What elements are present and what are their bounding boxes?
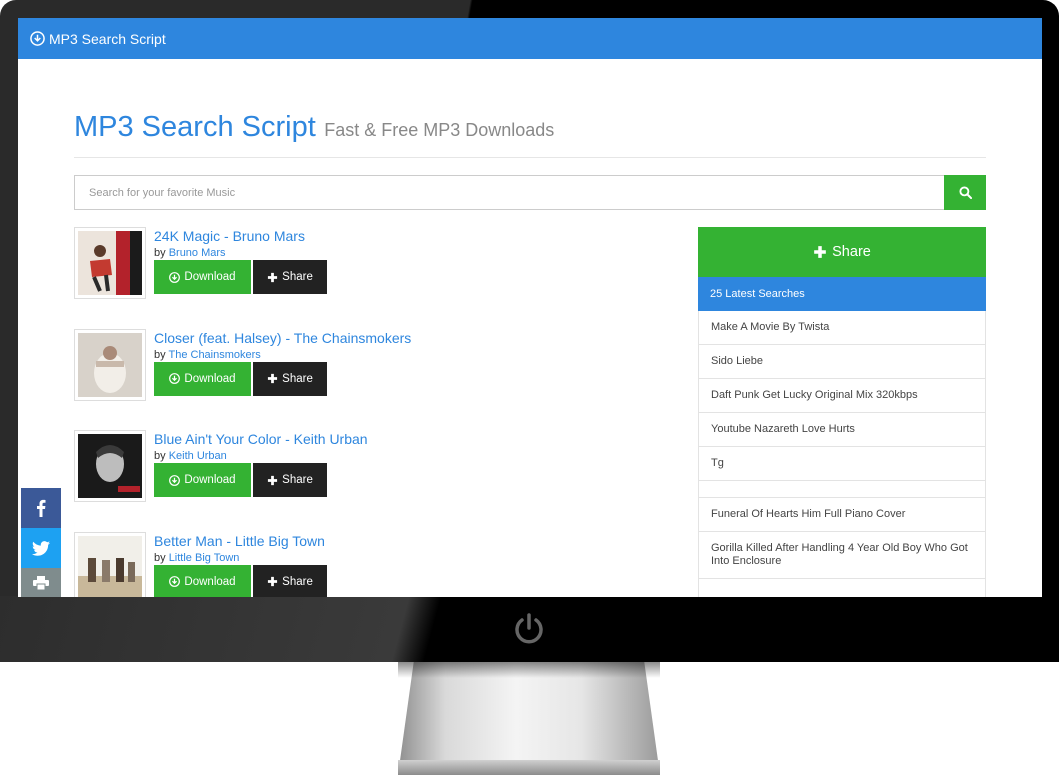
latest-search-item[interactable]: Youtube Nazareth Love Hurts bbox=[698, 413, 986, 447]
album-art[interactable] bbox=[74, 227, 146, 299]
song-title[interactable]: 24K Magic - Bruno Mars bbox=[154, 228, 329, 244]
download-label: Download bbox=[184, 372, 236, 385]
song-info: Better Man - Little Big Town by Little B… bbox=[154, 532, 329, 597]
album-cover-image bbox=[78, 434, 142, 498]
artist-link[interactable]: Little Big Town bbox=[169, 552, 240, 564]
download-circle-icon bbox=[169, 271, 181, 283]
facebook-share-button[interactable] bbox=[21, 488, 61, 528]
print-icon bbox=[33, 576, 49, 590]
download-button[interactable]: Download bbox=[154, 564, 251, 597]
song-artist-line: by The Chainsmokers bbox=[154, 349, 411, 361]
latest-search-item[interactable] bbox=[698, 579, 986, 597]
twitter-share-button[interactable] bbox=[21, 528, 61, 568]
plus-icon bbox=[814, 246, 826, 258]
download-button[interactable]: Download bbox=[154, 463, 251, 497]
song-actions: Download Share bbox=[154, 260, 329, 294]
list-item: 24K Magic - Bruno Mars by Bruno Mars Dow… bbox=[74, 227, 698, 329]
share-label: Share bbox=[282, 474, 313, 486]
plus-icon bbox=[268, 373, 278, 384]
results-list: 24K Magic - Bruno Mars by Bruno Mars Dow… bbox=[74, 227, 698, 597]
album-cover-image bbox=[78, 535, 142, 597]
artist-link[interactable]: The Chainsmokers bbox=[168, 349, 260, 361]
main-container: MP3 Search Script Fast & Free MP3 Downlo… bbox=[74, 59, 986, 597]
screen: MP3 Search Script MP3 Search Script Fast… bbox=[18, 18, 1042, 597]
artist-link[interactable]: Keith Urban bbox=[169, 450, 227, 462]
monitor-stand bbox=[398, 662, 660, 775]
latest-search-item[interactable]: Funeral Of Hearts Him Full Piano Cover bbox=[698, 498, 986, 532]
power-icon bbox=[515, 613, 543, 644]
sidebar: Share 25 Latest Searches Make A Movie By… bbox=[698, 227, 986, 597]
latest-search-item[interactable] bbox=[698, 481, 986, 498]
album-art[interactable] bbox=[74, 328, 146, 401]
share-label: Share bbox=[282, 271, 313, 283]
album-cover-image bbox=[78, 332, 142, 397]
search-bar bbox=[74, 175, 986, 210]
share-button[interactable]: Share bbox=[253, 260, 327, 294]
twitter-icon bbox=[32, 540, 50, 556]
by-label: by bbox=[154, 551, 166, 564]
share-button[interactable]: Share bbox=[253, 564, 327, 597]
share-label: Share bbox=[282, 575, 313, 588]
latest-search-item[interactable]: Make A Movie By Twista bbox=[698, 311, 986, 345]
monitor-stand-shadow bbox=[398, 662, 660, 678]
download-label: Download bbox=[184, 271, 236, 283]
page-header: MP3 Search Script Fast & Free MP3 Downlo… bbox=[74, 111, 986, 158]
print-button[interactable] bbox=[21, 568, 61, 597]
latest-search-item[interactable]: Daft Punk Get Lucky Original Mix 320kbps bbox=[698, 379, 986, 413]
list-item: Blue Ain't Your Color - Keith Urban by K… bbox=[74, 430, 698, 532]
album-art[interactable] bbox=[74, 531, 146, 597]
download-circle-icon bbox=[169, 373, 181, 384]
song-info: 24K Magic - Bruno Mars by Bruno Mars Dow… bbox=[154, 227, 329, 329]
search-input[interactable] bbox=[74, 175, 944, 210]
song-title[interactable]: Better Man - Little Big Town bbox=[154, 533, 329, 549]
download-label: Download bbox=[184, 575, 236, 588]
song-title[interactable]: Closer (feat. Halsey) - The Chainsmokers bbox=[154, 330, 411, 346]
plus-icon bbox=[268, 475, 278, 485]
download-label: Download bbox=[184, 474, 236, 486]
monitor-stand-base bbox=[398, 760, 660, 775]
by-label: by bbox=[154, 348, 166, 361]
plus-icon bbox=[268, 272, 278, 282]
share-page-label: Share bbox=[832, 244, 871, 260]
plus-icon bbox=[268, 576, 278, 587]
song-artist-line: by Little Big Town bbox=[154, 552, 329, 564]
share-page-button[interactable]: Share bbox=[698, 227, 986, 277]
latest-searches-heading: 25 Latest Searches bbox=[698, 277, 986, 311]
by-label: by bbox=[154, 450, 166, 462]
navbar: MP3 Search Script bbox=[18, 18, 1042, 59]
share-button[interactable]: Share bbox=[253, 463, 327, 497]
album-cover-image bbox=[78, 231, 142, 295]
share-label: Share bbox=[282, 372, 313, 385]
content: 24K Magic - Bruno Mars by Bruno Mars Dow… bbox=[74, 227, 986, 597]
latest-search-item[interactable]: Sido Liebe bbox=[698, 345, 986, 379]
latest-search-item[interactable]: Tg bbox=[698, 447, 986, 481]
download-button[interactable]: Download bbox=[154, 260, 251, 294]
page-subtitle: Fast & Free MP3 Downloads bbox=[324, 120, 555, 140]
artist-link[interactable]: Bruno Mars bbox=[169, 247, 226, 259]
download-circle-icon bbox=[169, 576, 181, 587]
song-artist-line: by Bruno Mars bbox=[154, 247, 329, 259]
social-share-bar bbox=[21, 488, 61, 597]
list-item: Better Man - Little Big Town by Little B… bbox=[74, 531, 698, 597]
album-art[interactable] bbox=[74, 430, 146, 502]
song-actions: Download Share bbox=[154, 463, 368, 497]
download-button[interactable]: Download bbox=[154, 361, 251, 396]
song-info: Blue Ain't Your Color - Keith Urban by K… bbox=[154, 430, 368, 532]
share-button[interactable]: Share bbox=[253, 361, 327, 396]
latest-search-item[interactable]: Gorilla Killed After Handling 4 Year Old… bbox=[698, 532, 986, 579]
song-actions: Download Share bbox=[154, 361, 411, 396]
page-title: MP3 Search Script bbox=[74, 111, 316, 143]
song-artist-line: by Keith Urban bbox=[154, 450, 368, 462]
search-button[interactable] bbox=[944, 175, 986, 210]
download-circle-icon bbox=[30, 31, 45, 46]
song-actions: Download Share bbox=[154, 564, 329, 597]
by-label: by bbox=[154, 247, 166, 259]
song-info: Closer (feat. Halsey) - The Chainsmokers… bbox=[154, 329, 411, 431]
navbar-brand[interactable]: MP3 Search Script bbox=[49, 31, 166, 47]
download-circle-icon bbox=[169, 474, 181, 486]
list-item: Closer (feat. Halsey) - The Chainsmokers… bbox=[74, 328, 698, 431]
song-title[interactable]: Blue Ain't Your Color - Keith Urban bbox=[154, 431, 368, 447]
facebook-icon bbox=[37, 499, 46, 517]
search-icon bbox=[958, 186, 972, 199]
